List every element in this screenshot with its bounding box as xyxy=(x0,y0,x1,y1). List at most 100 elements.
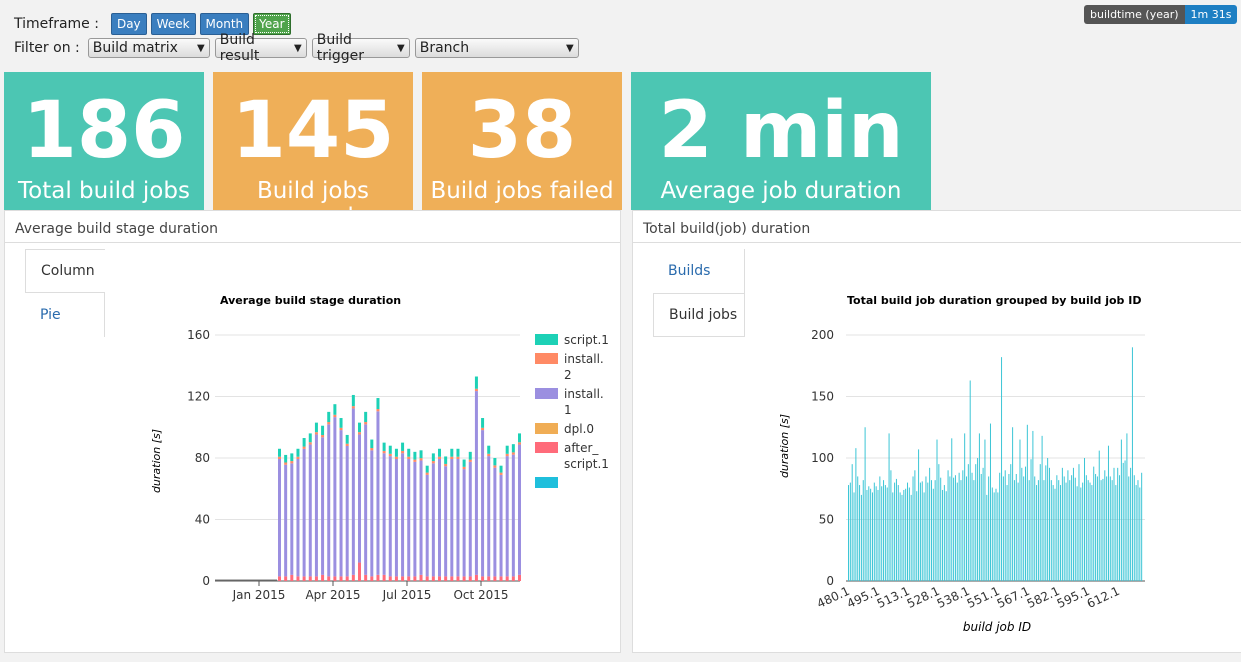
bar xyxy=(1084,458,1086,581)
bar xyxy=(966,476,968,581)
bar xyxy=(853,492,855,581)
bar xyxy=(870,488,872,581)
bar xyxy=(947,470,949,581)
bar xyxy=(855,448,857,581)
bar xyxy=(1102,478,1104,581)
build-trigger-select[interactable]: Build trigger ▼ xyxy=(311,32,410,64)
bar xyxy=(964,433,966,581)
bar-script-segment xyxy=(474,376,478,389)
bar-script-segment xyxy=(413,451,417,460)
bar-after-script-segment xyxy=(511,576,515,581)
bar-install-1-segment xyxy=(314,434,318,577)
bar-after-script-segment xyxy=(339,576,343,581)
bar xyxy=(895,478,897,581)
bar-install-2-segment xyxy=(382,450,386,454)
bar xyxy=(1080,487,1082,581)
bar-script-segment xyxy=(314,422,318,433)
bar xyxy=(1106,476,1108,581)
bar-install-1-segment xyxy=(351,408,355,575)
tab-builds[interactable]: Builds xyxy=(653,249,745,293)
chevron-down-icon: ▼ xyxy=(566,42,574,54)
bar xyxy=(1109,476,1111,581)
bar-install-1-segment xyxy=(518,444,521,575)
bar xyxy=(945,491,947,581)
bar-after-script-segment xyxy=(364,574,368,581)
bar xyxy=(995,488,997,581)
bar-after-script-segment xyxy=(382,574,386,581)
bar xyxy=(1060,485,1062,581)
bar xyxy=(1037,480,1039,581)
bar xyxy=(975,464,977,581)
bar-after-script-segment xyxy=(505,576,509,581)
x-axis-label: build job ID xyxy=(963,620,1031,634)
bar-script-segment xyxy=(370,439,374,449)
legend-label: script.1 xyxy=(564,457,609,471)
bar-install-1-segment xyxy=(345,446,349,577)
bar-install-1-segment xyxy=(468,461,472,577)
buildtime-badge-key: buildtime (year) xyxy=(1084,5,1185,24)
bar-install-2-segment xyxy=(302,446,306,449)
bar-script-segment xyxy=(339,418,343,428)
bar xyxy=(1028,480,1030,581)
bar xyxy=(1012,427,1014,581)
bar-script-segment xyxy=(302,438,306,447)
bar xyxy=(1026,424,1028,581)
tab-column[interactable]: Column xyxy=(25,249,105,293)
bar-install-1-segment xyxy=(339,430,343,577)
bar xyxy=(888,433,890,581)
bar-install-2-segment xyxy=(364,422,368,425)
bar-install-1-segment xyxy=(376,411,380,575)
bar-install-2-segment xyxy=(474,388,478,392)
bar xyxy=(881,486,883,581)
branch-select[interactable]: Branch ▼ xyxy=(414,38,579,58)
build-matrix-select[interactable]: Build matrix ▼ xyxy=(87,38,210,58)
bar xyxy=(864,427,866,581)
bar-after-script-segment xyxy=(431,576,435,581)
bar xyxy=(1010,464,1012,581)
bar-script-segment xyxy=(444,456,448,464)
legend-label: after_ xyxy=(564,441,599,455)
build-matrix-select-value: Build matrix xyxy=(92,40,178,56)
bar-script-segment xyxy=(438,448,441,457)
bar xyxy=(1089,482,1091,581)
bar xyxy=(1043,480,1045,581)
chart-title: Average build stage duration xyxy=(220,294,401,307)
bar-after-script-segment xyxy=(376,574,380,581)
bar xyxy=(1039,464,1041,581)
legend-label: dpl.0 xyxy=(564,422,594,436)
bar xyxy=(1124,460,1126,581)
bar-install-1-segment xyxy=(284,464,288,577)
bar xyxy=(938,464,940,581)
timeframe-week-button[interactable]: Week xyxy=(150,13,196,35)
bar xyxy=(1119,475,1121,581)
y-tick-label: 0 xyxy=(826,574,834,588)
bar xyxy=(849,482,851,581)
timeframe-day-button[interactable]: Day xyxy=(110,13,147,35)
tab-pie[interactable]: Pie xyxy=(25,293,105,337)
bar xyxy=(936,439,938,581)
tab-build-jobs[interactable]: Build jobs xyxy=(653,293,745,337)
bar-install-2-segment xyxy=(284,462,288,465)
y-axis-label: duration [s] xyxy=(778,414,791,478)
bar xyxy=(1023,476,1025,581)
build-result-select[interactable]: Build result ▼ xyxy=(214,32,307,64)
bar-script-segment xyxy=(364,411,368,423)
average-job-duration-tile: 2 min Average job duration xyxy=(631,72,931,210)
bar xyxy=(932,488,934,581)
bar-script-segment xyxy=(296,448,300,457)
legend-swatch xyxy=(535,477,558,488)
bar xyxy=(1137,480,1139,581)
y-tick-label: 150 xyxy=(811,390,834,404)
bar xyxy=(1008,473,1010,581)
y-tick-label: 80 xyxy=(195,451,210,465)
bar xyxy=(1048,467,1050,581)
bar xyxy=(1074,477,1076,581)
bar-script-segment xyxy=(401,442,405,451)
bar xyxy=(988,476,990,581)
bar-after-script-segment xyxy=(314,576,318,581)
tile-value: 186 xyxy=(22,86,186,176)
bar xyxy=(1115,485,1117,581)
x-tick-label: 612.1 xyxy=(1085,584,1122,611)
bar xyxy=(967,464,969,581)
bar-install-2-segment xyxy=(468,459,472,462)
